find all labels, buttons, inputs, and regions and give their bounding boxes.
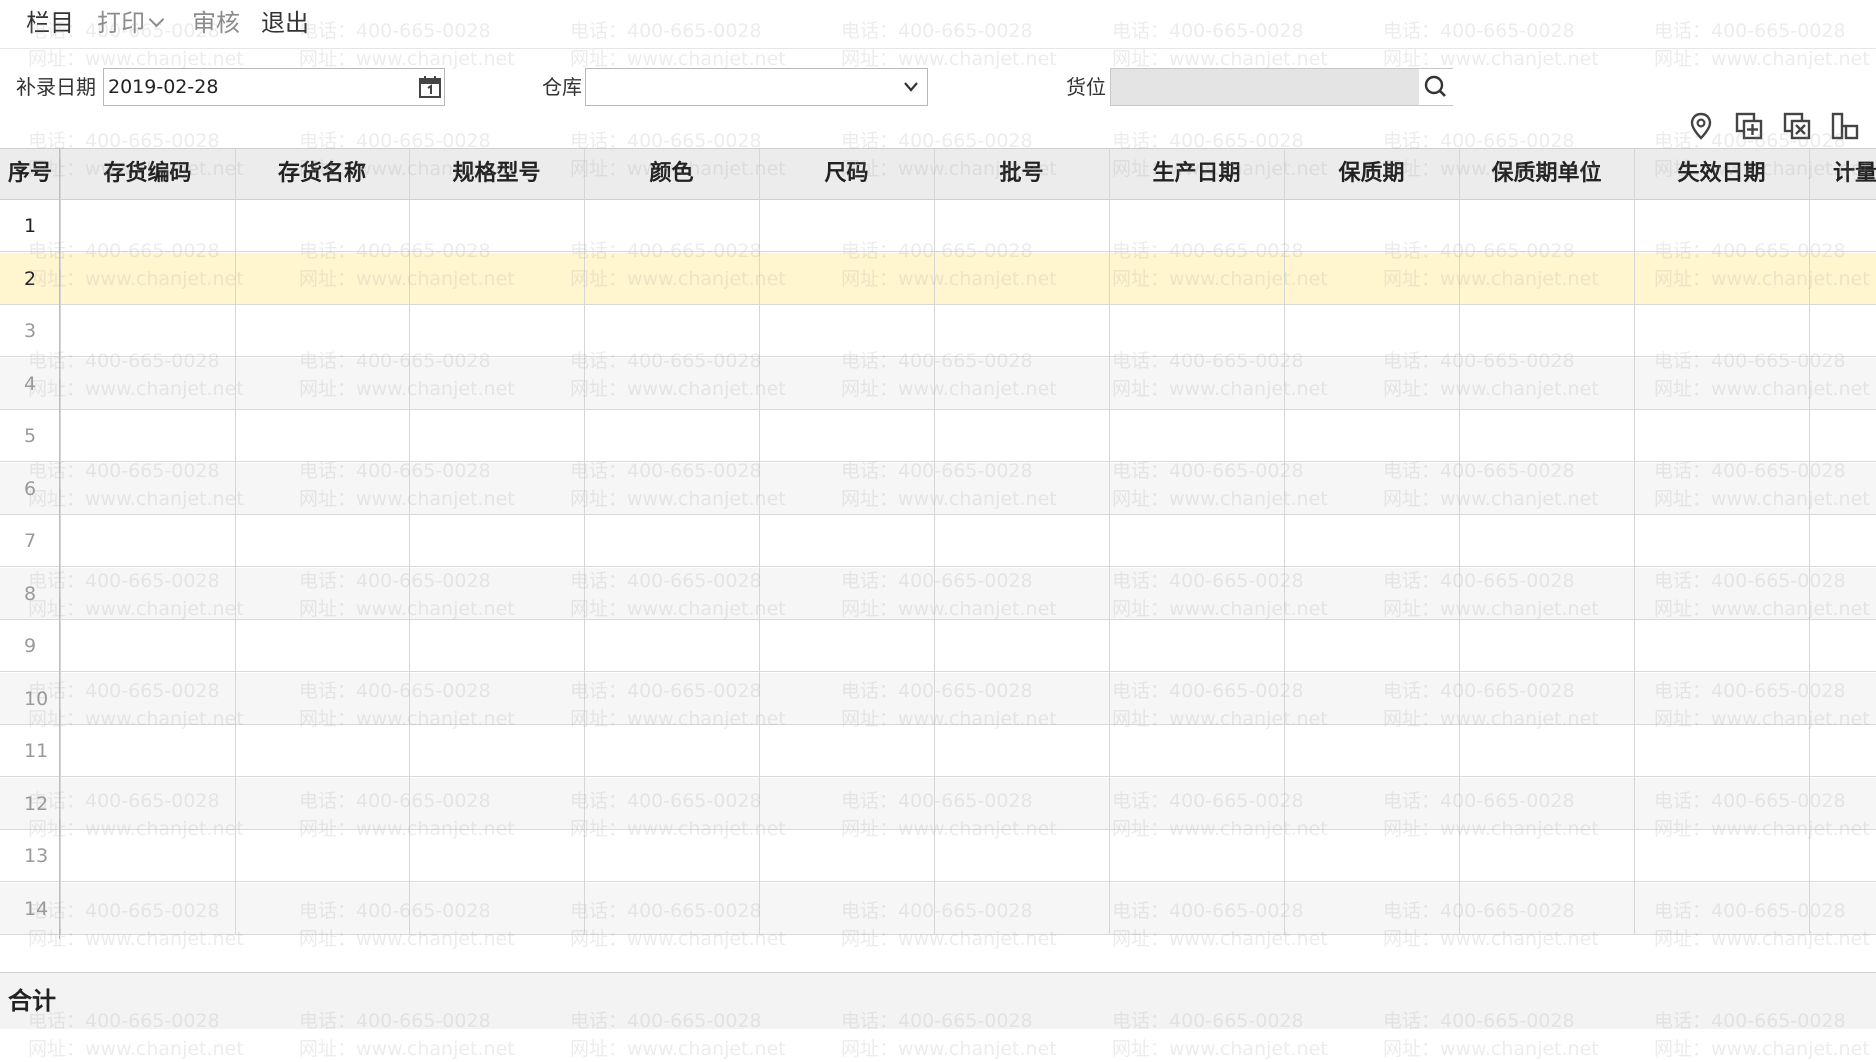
watermark-site: 网址：www.chanjet.net [570, 1038, 786, 1060]
column-divider [1459, 149, 1460, 935]
warehouse-select[interactable] [585, 68, 928, 106]
column-header[interactable]: 计量 [1833, 149, 1876, 199]
column-header[interactable]: 保质期单位 [1459, 149, 1634, 199]
layout-icon[interactable] [1830, 111, 1860, 141]
row-number: 4 [24, 372, 37, 395]
column-header[interactable]: 批号 [934, 149, 1109, 199]
total-row: 合计 [0, 972, 1876, 1029]
location-field[interactable] [1110, 68, 1453, 106]
table-row[interactable]: 6 [0, 462, 1876, 515]
watermark-site: 网址：www.chanjet.net [1383, 1038, 1599, 1060]
column-header[interactable]: 规格型号 [409, 149, 584, 199]
table-row[interactable]: 10 [0, 672, 1876, 725]
watermark-site: 网址：www.chanjet.net [299, 1038, 515, 1060]
row-number: 5 [24, 425, 37, 447]
column-header[interactable]: 尺码 [759, 149, 934, 199]
table-row[interactable]: 8 [0, 567, 1876, 620]
column-divider [60, 149, 61, 935]
column-divider [1809, 149, 1810, 935]
location-pin-icon[interactable] [1686, 111, 1716, 141]
chevron-down-icon [904, 82, 918, 92]
watermark-site: 网址：www.chanjet.net [1654, 48, 1870, 70]
warehouse-label: 仓库 [542, 75, 582, 99]
add-row-icon[interactable] [1734, 111, 1764, 141]
watermark-site: 网址：www.chanjet.net [1112, 1038, 1328, 1060]
table-row[interactable]: 13 [0, 830, 1876, 882]
print-dropdown-button[interactable]: 打印 [97, 6, 165, 40]
row-number: 12 [24, 792, 49, 815]
column-header[interactable]: 生产日期 [1109, 149, 1284, 199]
row-number: 3 [24, 320, 37, 342]
search-icon [1424, 75, 1446, 97]
search-button[interactable] [1419, 69, 1453, 105]
column-divider [1109, 149, 1110, 935]
date-value: 2019-02-28 [108, 76, 219, 98]
row-number: 9 [24, 635, 37, 657]
column-header[interactable]: 存货编码 [60, 149, 235, 199]
table-row[interactable]: 7 [0, 515, 1876, 567]
calendar-icon[interactable] [418, 75, 442, 99]
table-row[interactable]: 4 [0, 357, 1876, 410]
column-divider [934, 149, 935, 935]
row-number: 2 [24, 267, 37, 290]
row-number: 8 [24, 582, 37, 605]
column-divider [1634, 149, 1635, 935]
column-header[interactable]: 颜色 [584, 149, 759, 199]
watermark-site: 网址：www.chanjet.net [841, 1038, 1057, 1060]
table-row[interactable]: 12 [0, 777, 1876, 830]
column-divider [235, 149, 236, 935]
row-number: 6 [24, 477, 37, 500]
column-divider [759, 149, 760, 935]
table-row[interactable]: 9 [0, 620, 1876, 672]
print-label: 打印 [97, 9, 145, 37]
table-header: 序号 存货编码 存货名称 规格型号 颜色 尺码 批号 生产日期 保质期 保质期单位 失效日期 计量 [0, 149, 1876, 200]
column-divider [584, 149, 585, 935]
chevron-down-icon [148, 11, 165, 28]
table-row[interactable]: 5 [0, 410, 1876, 462]
column-divider [409, 149, 410, 935]
exit-button[interactable]: 退出 [261, 6, 309, 40]
total-label: 合计 [8, 987, 56, 1015]
watermark-site: 网址：www.chanjet.net [1654, 1038, 1870, 1060]
column-header[interactable]: 保质期 [1284, 149, 1459, 199]
delete-row-icon[interactable] [1782, 111, 1812, 141]
location-label: 货位 [1066, 75, 1106, 99]
column-header[interactable]: 失效日期 [1634, 149, 1809, 199]
toolbar: 栏目 打印 审核 退出 [0, 0, 1876, 49]
row-number: 14 [24, 897, 49, 920]
review-button[interactable]: 审核 [192, 6, 240, 40]
date-label: 补录日期 [16, 75, 96, 99]
table-row[interactable]: 11 [0, 725, 1876, 777]
column-divider [1284, 149, 1285, 935]
column-header[interactable]: 存货名称 [235, 149, 409, 199]
row-number: 1 [24, 215, 37, 237]
inventory-table: 序号 存货编码 存货名称 规格型号 颜色 尺码 批号 生产日期 保质期 保质期单位 失效日期 计量 1… [0, 148, 1876, 939]
table-row[interactable]: 2 [0, 252, 1876, 305]
table-row[interactable]: 1 [0, 200, 1876, 252]
date-field[interactable]: 2019-02-28 [103, 68, 445, 106]
table-row[interactable]: 3 [0, 305, 1876, 357]
row-number: 13 [24, 845, 49, 867]
row-number: 7 [24, 530, 37, 552]
table-row[interactable]: 14 [0, 882, 1876, 935]
column-button[interactable]: 栏目 [26, 6, 74, 40]
row-number: 11 [24, 740, 49, 762]
row-number: 10 [24, 687, 49, 710]
column-header[interactable]: 序号 [0, 149, 60, 199]
watermark-site: 网址：www.chanjet.net [28, 1038, 244, 1060]
